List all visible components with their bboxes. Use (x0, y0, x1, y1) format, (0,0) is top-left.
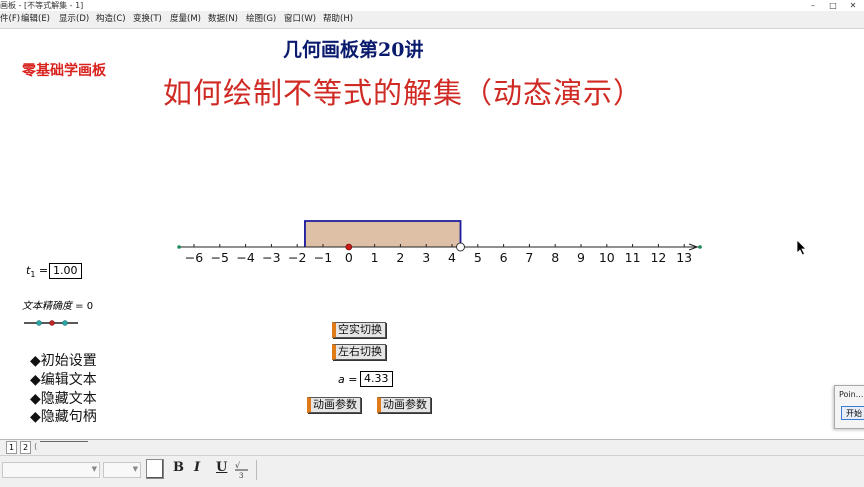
chevron-down-icon: ▼ (132, 465, 138, 473)
a-label: a = (338, 373, 358, 386)
point-popup-window[interactable]: Poin... 开始 (834, 385, 864, 429)
axis-tick-label: −5 (211, 250, 229, 265)
close-button[interactable]: ✕ (848, 1, 858, 10)
tab-scroll-icon[interactable]: ⟨ (34, 442, 37, 451)
toolbar-divider (256, 460, 257, 480)
animate-param-button-1[interactable]: 动画参数 (307, 397, 361, 413)
solution-endpoint[interactable] (456, 242, 466, 252)
minimize-button[interactable]: – (808, 1, 818, 10)
animate-param-button-2[interactable]: 动画参数 (377, 397, 431, 413)
tab-page-1[interactable]: 1 (6, 441, 18, 454)
axis-tick-label: 0 (345, 250, 353, 265)
text-color-button[interactable] (146, 459, 164, 479)
slider-handle-right[interactable] (62, 320, 68, 326)
svg-text:√: √ (235, 461, 241, 470)
tab-scrollbar[interactable] (40, 441, 88, 453)
menu-window[interactable]: 窗口(W) (284, 11, 316, 28)
axis-tick-label: −2 (288, 250, 306, 265)
edit-text-item[interactable]: ◆编辑文本 (30, 369, 97, 389)
menu-file[interactable]: 件(F) (0, 11, 20, 28)
axis-tick-label: −4 (236, 250, 254, 265)
font-size-select[interactable]: ▼ (103, 462, 141, 478)
menu-measure[interactable]: 度量(M) (170, 11, 201, 28)
axis-tick-label: 1 (371, 250, 379, 265)
font-family-select[interactable]: ▼ (2, 462, 100, 478)
slider-handle-current[interactable] (49, 320, 55, 326)
t1-value[interactable]: 1.00 (49, 263, 82, 279)
page-headline: 如何绘制不等式的解集（动态演示） (163, 76, 644, 110)
number-line: −6 −5 −4 −3 −2 −1 0 1 2 3 4 5 6 7 8 9 10 11 12 13 (177, 220, 702, 265)
popup-title: Poin... (839, 390, 864, 399)
axis-tick-label: 8 (551, 250, 559, 265)
menu-edit[interactable]: 编辑(E) (21, 11, 50, 28)
a-value[interactable]: 4.33 (360, 371, 393, 387)
precision-slider[interactable] (22, 317, 82, 329)
bold-button[interactable]: B (173, 460, 184, 475)
hide-handles-item[interactable]: ◆隐藏句柄 (30, 406, 97, 426)
axis-tick-label: 6 (500, 250, 508, 265)
lesson-subtitle: 几何画板第20讲 (283, 39, 424, 61)
sketch-canvas[interactable]: 零基础学画板 几何画板第20讲 如何绘制不等式的解集（动态演示） −6 −5 −4−… (0, 29, 864, 439)
axis-tick-label: 3 (422, 250, 430, 265)
text-format-toolbar: ▼ ▼ B I U √ 3 (0, 455, 864, 487)
solution-region (304, 221, 461, 247)
axis-tick-label: 12 (650, 250, 666, 265)
popup-start-button[interactable]: 开始 (841, 406, 864, 420)
left-right-toggle-button[interactable]: 左右切换 (332, 344, 386, 360)
axis-tick-label: 2 (396, 250, 404, 265)
math-format-icon[interactable]: √ 3 (234, 459, 250, 479)
axis-tick-label: −1 (314, 250, 332, 265)
maximize-button[interactable]: □ (828, 1, 838, 10)
axis-tick-label: −3 (262, 250, 280, 265)
axis-tick-label: 9 (577, 250, 585, 265)
window-title: 画板 - [不等式解集 - 1] (0, 1, 84, 10)
chevron-down-icon: ▼ (91, 465, 97, 473)
menu-bar: 件(F) 编辑(E) 显示(D) 构造(C) 变换(T) 度量(M) 数据(N)… (0, 11, 864, 29)
hide-text-item[interactable]: ◆隐藏文本 (30, 388, 97, 408)
axis-tick-label: 11 (625, 250, 641, 265)
menu-display[interactable]: 显示(D) (59, 11, 89, 28)
menu-transform[interactable]: 变换(T) (133, 11, 162, 28)
page-tabs: 1 2 ⟨ (0, 439, 864, 456)
axis-left-end-point[interactable] (177, 245, 181, 249)
solid-hollow-toggle-button[interactable]: 空实切换 (332, 322, 386, 338)
italic-button[interactable]: I (194, 460, 200, 475)
axis-tick-label: 13 (676, 250, 692, 265)
menu-help[interactable]: 帮助(H) (323, 11, 353, 28)
tab-page-2[interactable]: 2 (20, 441, 32, 454)
axis-right-end-point[interactable] (698, 245, 702, 249)
menu-data[interactable]: 数据(N) (208, 11, 238, 28)
title-bar: 画板 - [不等式解集 - 1] – □ ✕ (0, 0, 864, 11)
axis-tick-label: 4 (448, 250, 456, 265)
origin-point[interactable] (345, 243, 353, 251)
svg-text:3: 3 (239, 472, 243, 479)
precision-label: 文本精确度 = 0 (22, 301, 94, 312)
brand-text: 零基础学画板 (22, 63, 106, 79)
axis-tick-label: −6 (185, 250, 203, 265)
menu-construct[interactable]: 构造(C) (96, 11, 126, 28)
underline-button[interactable]: U (216, 460, 227, 475)
axis-tick-label: 7 (525, 250, 533, 265)
t1-label: t1 = (26, 264, 49, 280)
mouse-cursor-icon (796, 239, 807, 256)
axis-tick-label: 5 (474, 250, 482, 265)
slider-handle-left[interactable] (36, 320, 42, 326)
axis-tick-label: 10 (599, 250, 615, 265)
menu-graph[interactable]: 绘图(G) (246, 11, 276, 28)
initial-settings-item[interactable]: ◆初始设置 (30, 350, 97, 370)
